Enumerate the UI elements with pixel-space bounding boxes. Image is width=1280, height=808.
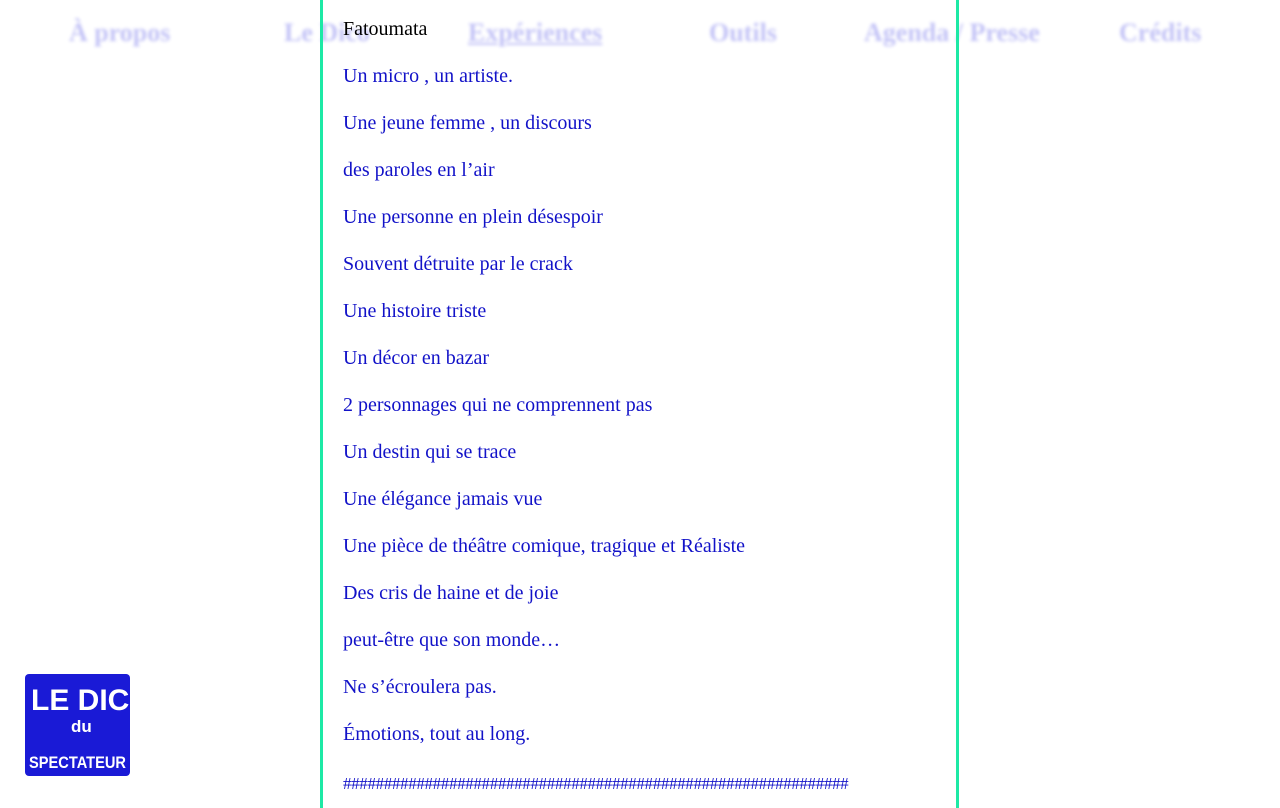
site-logo[interactable]: LE DICO du SPECTATEUR bbox=[25, 674, 153, 776]
poem-line: peut-être que son monde… bbox=[343, 629, 561, 651]
poem-line: Une jeune femme , un discours bbox=[343, 112, 592, 134]
logo-text-top: LE DICO bbox=[31, 684, 130, 717]
poem-line: 2 personnages qui ne comprennent pas bbox=[343, 394, 653, 416]
poem-line: Ne s’écroulera pas. bbox=[343, 676, 497, 698]
poem-author: Fatoumata bbox=[343, 18, 428, 40]
poem-line: Une élégance jamais vue bbox=[343, 488, 543, 510]
poem-line: Émotions, tout au long. bbox=[343, 723, 531, 745]
poem-line: Un décor en bazar bbox=[343, 347, 490, 369]
poem-line: Des cris de haine et de joie bbox=[343, 582, 559, 604]
poem-column: Fatoumata Un micro , un artiste. Une jeu… bbox=[320, 0, 959, 808]
logo-text-mid: du bbox=[71, 717, 92, 736]
poem-line: Un micro , un artiste. bbox=[343, 65, 513, 87]
poem-separator: ########################################… bbox=[343, 774, 849, 793]
poem-line: Une pièce de théâtre comique, tragique e… bbox=[343, 535, 746, 557]
poem-line: Souvent détruite par le crack bbox=[343, 253, 573, 275]
logo-text-bottom: SPECTATEUR bbox=[29, 753, 126, 772]
poem-line: Une personne en plein désespoir bbox=[343, 206, 603, 228]
poem-line: Un destin qui se trace bbox=[343, 441, 517, 463]
logo-icon: LE DICO du SPECTATEUR bbox=[25, 674, 153, 776]
nav-item-credits[interactable]: Crédits bbox=[1119, 18, 1201, 48]
poem-line: des paroles en l’air bbox=[343, 159, 495, 181]
poem-line: Une histoire triste bbox=[343, 300, 487, 322]
nav-item-a-propos[interactable]: À propos bbox=[69, 18, 170, 48]
